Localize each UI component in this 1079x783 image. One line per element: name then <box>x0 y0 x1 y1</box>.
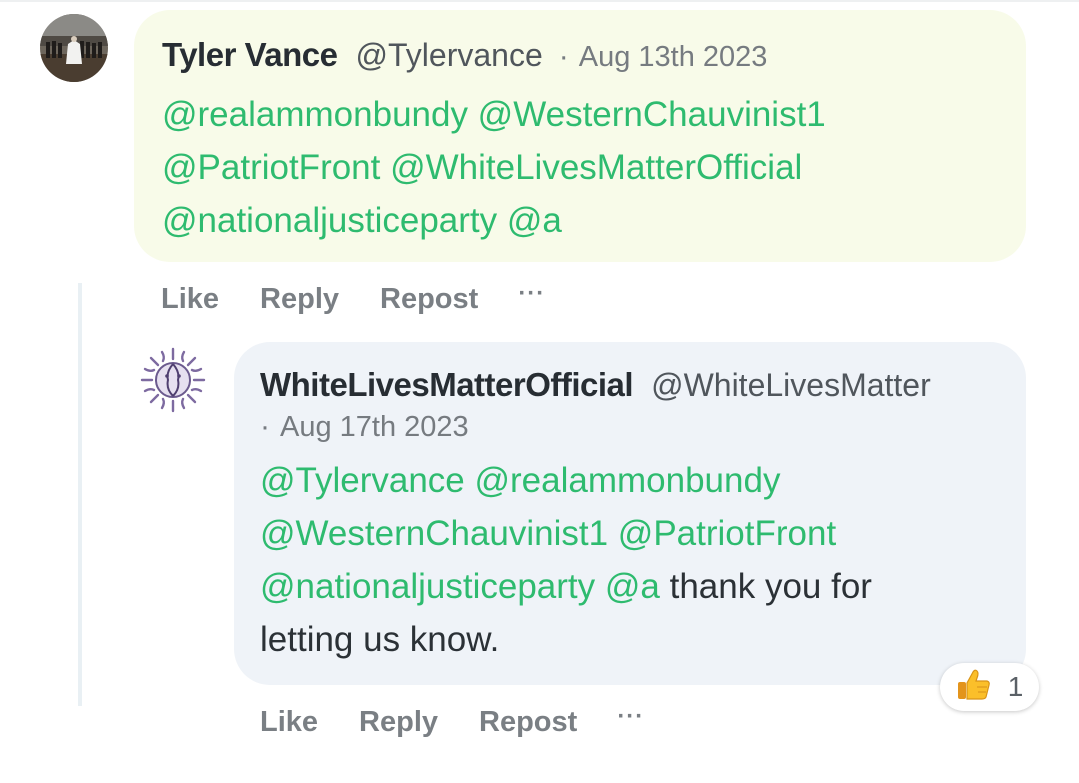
reply-text: @Tylervance @realammonbundy @WesternChau… <box>260 454 1020 666</box>
mentions-line[interactable]: @WesternChauvinist1 @PatriotFront <box>260 514 836 553</box>
separator-dot: · <box>260 410 270 443</box>
reply-text-line: letting us know. <box>260 620 500 659</box>
author-name[interactable]: Tyler Vance <box>162 36 338 74</box>
post-date: Aug 13th 2023 <box>578 41 768 73</box>
reply-actions: Like Reply Repost ··· <box>260 703 644 739</box>
mentions-line[interactable]: @nationaljusticeparty @a <box>260 567 660 606</box>
more-options-button[interactable]: ··· <box>518 280 545 308</box>
reply-date: Aug 17th 2023 <box>280 411 469 443</box>
thumbs-up-icon <box>956 668 992 707</box>
user-avatar[interactable] <box>40 14 108 82</box>
post-bubble: Tyler Vance @Tylervance · Aug 13th 2023 … <box>134 10 1026 262</box>
reply-button[interactable]: Reply <box>359 706 438 739</box>
top-divider <box>0 0 1079 2</box>
post-header: Tyler Vance @Tylervance · Aug 13th 2023 <box>162 36 1026 74</box>
thread-line <box>78 283 82 706</box>
reply-button[interactable]: Reply <box>260 283 339 316</box>
reply-header: WhiteLivesMatterOfficial @WhiteLivesMatt… <box>260 366 1026 404</box>
more-options-button[interactable]: ··· <box>617 703 644 731</box>
post-actions: Like Reply Repost ··· <box>161 280 545 316</box>
repost-button[interactable]: Repost <box>479 706 577 739</box>
reply-date-row: · Aug 17th 2023 <box>244 410 1026 444</box>
post-text: @realammonbundy @WesternChauvinist1 @Pat… <box>162 88 922 247</box>
mentions-line[interactable]: @realammonbundy @WesternChauvinist1 <box>162 95 826 134</box>
mentions-line[interactable]: @PatriotFront @WhiteLivesMatterOfficial <box>162 148 802 187</box>
reaction-pill[interactable]: 1 <box>940 663 1039 711</box>
author-handle[interactable]: @Tylervance <box>356 37 543 74</box>
reaction-count: 1 <box>1007 671 1024 702</box>
like-button[interactable]: Like <box>260 706 318 739</box>
mentions-line[interactable]: @Tylervance @realammonbundy <box>260 461 780 500</box>
separator-dot: · <box>558 40 569 73</box>
reply-avatar[interactable] <box>138 345 208 415</box>
reply-text-tail: thank you for <box>659 567 872 606</box>
repost-button[interactable]: Repost <box>380 283 478 316</box>
like-button[interactable]: Like <box>161 283 219 316</box>
reply-bubble: WhiteLivesMatterOfficial @WhiteLivesMatt… <box>234 342 1026 685</box>
reply-author-name[interactable]: WhiteLivesMatterOfficial <box>260 366 634 404</box>
mentions-line[interactable]: @nationaljusticeparty @a <box>162 201 562 240</box>
reply-author-handle[interactable]: @WhiteLivesMatter <box>651 367 931 404</box>
